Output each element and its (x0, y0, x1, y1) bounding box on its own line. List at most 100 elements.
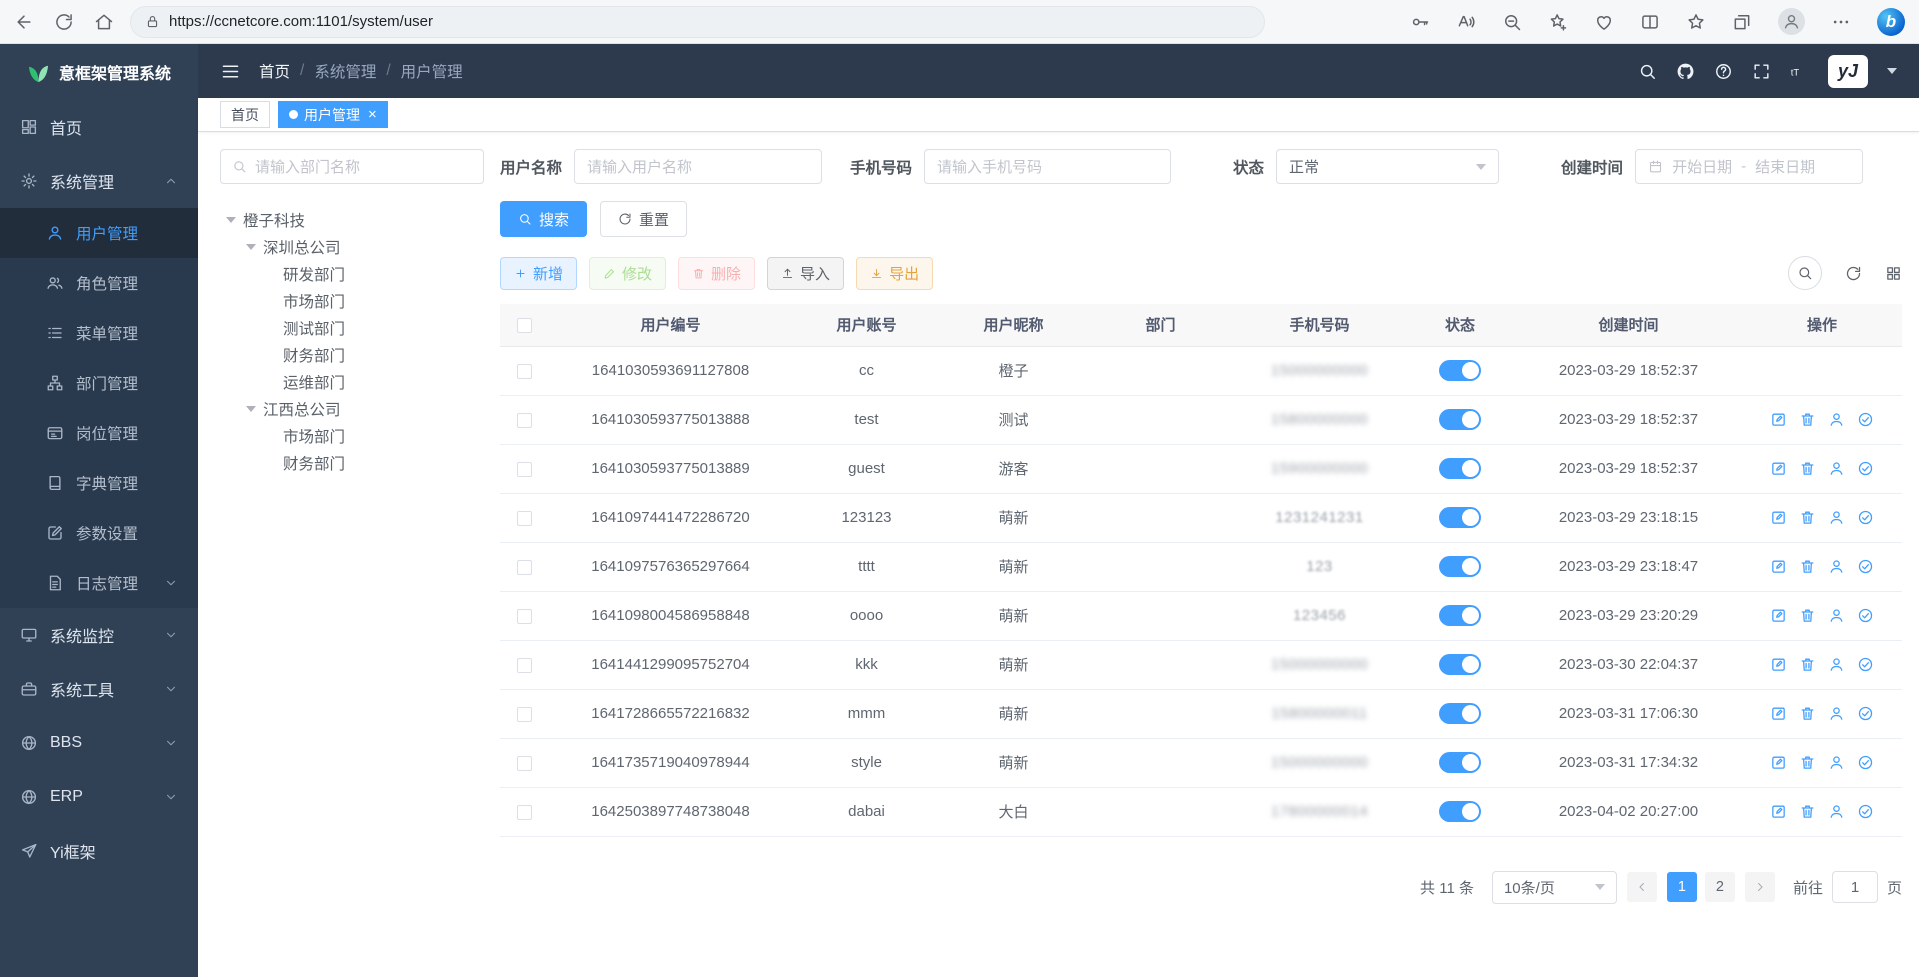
phone-input[interactable]: 请输入手机号码 (924, 149, 1171, 184)
status-toggle[interactable] (1439, 409, 1481, 430)
assign-role-icon[interactable] (1857, 656, 1874, 673)
favorites-icon[interactable] (1686, 12, 1706, 32)
导出-button[interactable]: 导出 (856, 257, 933, 290)
close-icon[interactable]: × (368, 107, 377, 122)
assign-role-icon[interactable] (1857, 754, 1874, 771)
read-aloud-icon[interactable] (1456, 12, 1476, 32)
breadcrumb-home[interactable]: 首页 (259, 60, 290, 82)
split-screen-icon[interactable] (1640, 12, 1660, 32)
page-2-button[interactable]: 2 (1705, 872, 1735, 902)
status-toggle[interactable] (1439, 752, 1481, 773)
修改-button[interactable]: 修改 (589, 257, 666, 290)
delete-icon[interactable] (1799, 705, 1816, 722)
assign-role-icon[interactable] (1857, 607, 1874, 624)
tree-node-财务部门[interactable]: 财务部门 (220, 449, 484, 476)
reset-password-icon[interactable] (1828, 607, 1845, 624)
sidebar-item-系统工具[interactable]: 系统工具 (0, 662, 198, 716)
status-toggle[interactable] (1439, 801, 1481, 822)
edit-square-icon[interactable] (1770, 509, 1787, 526)
sidebar-item-角色管理[interactable]: 角色管理 (0, 258, 198, 308)
reset-password-icon[interactable] (1828, 509, 1845, 526)
font-size-icon[interactable]: tT (1790, 62, 1809, 81)
browser-back-icon[interactable] (14, 12, 34, 32)
edit-square-icon[interactable] (1770, 460, 1787, 477)
search-button[interactable]: 搜索 (500, 201, 587, 237)
sidebar-toggle-icon[interactable] (220, 61, 241, 82)
assign-role-icon[interactable] (1857, 411, 1874, 428)
breadcrumb-system[interactable]: 系统管理 (314, 60, 376, 82)
assign-role-icon[interactable] (1857, 460, 1874, 477)
reset-button[interactable]: 重置 (600, 201, 687, 237)
tree-node-市场部门[interactable]: 市场部门 (220, 422, 484, 449)
delete-icon[interactable] (1799, 558, 1816, 575)
assign-role-icon[interactable] (1857, 705, 1874, 722)
delete-icon[interactable] (1799, 607, 1816, 624)
profile-avatar[interactable] (1778, 8, 1805, 35)
more-options-icon[interactable] (1831, 12, 1851, 32)
assign-role-icon[interactable] (1857, 509, 1874, 526)
sidebar-item-ERP[interactable]: ERP (0, 770, 198, 824)
row-checkbox[interactable] (517, 511, 532, 526)
导入-button[interactable]: 导入 (767, 257, 844, 290)
edit-square-icon[interactable] (1770, 705, 1787, 722)
page-size-select[interactable]: 10条/页 (1492, 871, 1617, 904)
reset-password-icon[interactable] (1828, 460, 1845, 477)
column-settings-button[interactable] (1885, 265, 1902, 282)
row-checkbox[interactable] (517, 756, 532, 771)
tree-node-深圳总公司[interactable]: 深圳总公司 (220, 233, 484, 260)
delete-icon[interactable] (1799, 803, 1816, 820)
tree-node-财务部门[interactable]: 财务部门 (220, 341, 484, 368)
sidebar-item-岗位管理[interactable]: 岗位管理 (0, 408, 198, 458)
delete-icon[interactable] (1799, 754, 1816, 771)
reset-password-icon[interactable] (1828, 656, 1845, 673)
delete-icon[interactable] (1799, 460, 1816, 477)
password-key-icon[interactable] (1410, 12, 1430, 32)
新增-button[interactable]: 新增 (500, 257, 577, 290)
toggle-search-button[interactable] (1788, 256, 1822, 290)
refresh-table-button[interactable] (1845, 265, 1862, 282)
status-toggle[interactable] (1439, 458, 1481, 479)
tab-用户管理[interactable]: 用户管理× (278, 101, 388, 128)
reset-password-icon[interactable] (1828, 705, 1845, 722)
tree-node-研发部门[interactable]: 研发部门 (220, 260, 484, 287)
row-checkbox[interactable] (517, 364, 532, 379)
browser-refresh-icon[interactable] (54, 12, 74, 32)
tree-node-江西总公司[interactable]: 江西总公司 (220, 395, 484, 422)
status-toggle[interactable] (1439, 556, 1481, 577)
sidebar-item-字典管理[interactable]: 字典管理 (0, 458, 198, 508)
edit-square-icon[interactable] (1770, 607, 1787, 624)
删除-button[interactable]: 删除 (678, 257, 755, 290)
address-bar[interactable]: https://ccnetcore.com:1101/system/user (130, 6, 1265, 38)
sidebar-item-部门管理[interactable]: 部门管理 (0, 358, 198, 408)
row-checkbox[interactable] (517, 413, 532, 428)
status-toggle[interactable] (1439, 507, 1481, 528)
row-checkbox[interactable] (517, 560, 532, 575)
select-all-checkbox[interactable] (517, 318, 532, 333)
reset-password-icon[interactable] (1828, 558, 1845, 575)
chevron-down-icon[interactable] (1887, 68, 1897, 74)
reset-password-icon[interactable] (1828, 411, 1845, 428)
row-checkbox[interactable] (517, 805, 532, 820)
sidebar-item-菜单管理[interactable]: 菜单管理 (0, 308, 198, 358)
status-toggle[interactable] (1439, 654, 1481, 675)
delete-icon[interactable] (1799, 509, 1816, 526)
bing-icon[interactable]: b (1877, 8, 1905, 36)
status-toggle[interactable] (1439, 605, 1481, 626)
sidebar-item-系统管理[interactable]: 系统管理 (0, 154, 198, 208)
goto-page-input[interactable]: 1 (1832, 871, 1878, 903)
help-icon[interactable] (1714, 62, 1733, 81)
sidebar-item-用户管理[interactable]: 用户管理 (0, 208, 198, 258)
sidebar-item-BBS[interactable]: BBS (0, 716, 198, 770)
tab-首页[interactable]: 首页 (220, 101, 270, 128)
sidebar-item-Yi框架[interactable]: Yi框架 (0, 824, 198, 878)
next-page-button[interactable] (1745, 872, 1775, 902)
row-checkbox[interactable] (517, 658, 532, 673)
username-input[interactable]: 请输入用户名称 (574, 149, 822, 184)
edit-square-icon[interactable] (1770, 803, 1787, 820)
sidebar-item-参数设置[interactable]: 参数设置 (0, 508, 198, 558)
edit-square-icon[interactable] (1770, 558, 1787, 575)
fullscreen-icon[interactable] (1752, 62, 1771, 81)
row-checkbox[interactable] (517, 462, 532, 477)
browser-essentials-icon[interactable] (1594, 12, 1614, 32)
edit-square-icon[interactable] (1770, 411, 1787, 428)
